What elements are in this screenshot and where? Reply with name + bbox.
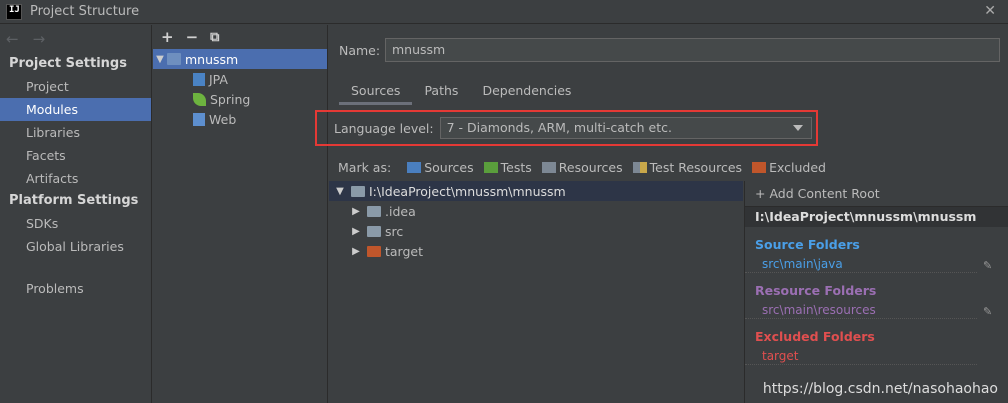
- language-level-value: 7 - Diamonds, ARM, multi-catch etc.: [446, 120, 672, 135]
- name-field[interactable]: mnussm: [385, 38, 1000, 62]
- name-label: Name:: [339, 42, 381, 58]
- nav-item-artifacts[interactable]: Artifacts: [0, 167, 151, 190]
- modules-pane: + − ⧉ ▼ mnussm JPA Spring Web: [153, 25, 328, 403]
- resource-folders-title: Resource Folders: [755, 283, 877, 298]
- nav-item-global-libraries[interactable]: Global Libraries: [0, 235, 151, 258]
- nav-item-project[interactable]: Project: [0, 75, 151, 98]
- content-root-row[interactable]: ▼ I:\IdeaProject\mnussm\mnussm: [329, 181, 743, 201]
- resource-folder-path: src\main\resources ✎: [745, 301, 992, 319]
- mark-excluded-button[interactable]: Excluded: [752, 160, 826, 175]
- excluded-folder-icon: [367, 245, 381, 257]
- modules-toolbar: + − ⧉: [153, 25, 327, 49]
- tree-item-label: .idea: [385, 203, 416, 219]
- nav-item-sdks[interactable]: SDKs: [0, 212, 151, 235]
- mark-as-label: Mark as:: [338, 160, 392, 175]
- mark-tests-label: Tests: [500, 160, 532, 175]
- forward-arrow-icon[interactable]: →: [33, 30, 46, 48]
- module-name: mnussm: [185, 51, 239, 67]
- edit-pencil-icon[interactable]: ✎: [983, 303, 993, 318]
- web-icon: [193, 112, 205, 126]
- excluded-folders-title: Excluded Folders: [755, 329, 875, 344]
- nav-item-problems[interactable]: Problems: [0, 277, 151, 300]
- mark-sources-label: Sources: [424, 160, 474, 175]
- tree-item-label: src: [385, 223, 404, 239]
- nav-item-libraries[interactable]: Libraries: [0, 121, 151, 144]
- folder-icon: [351, 185, 365, 197]
- collapsed-triangle-icon[interactable]: ▶: [349, 246, 363, 257]
- content-tree: ▼ I:\IdeaProject\mnussm\mnussm ▶ .idea ▶…: [329, 181, 743, 403]
- add-content-root-button[interactable]: + Add Content Root: [745, 181, 1008, 207]
- settings-nav: ← → Project Settings Project Modules Lib…: [0, 25, 152, 403]
- resource-folder-path-label: src\main\resources: [762, 303, 876, 317]
- watermark: https://blog.csdn.net/nasohaohao: [762, 381, 998, 397]
- mark-tests-button[interactable]: Tests: [483, 160, 532, 175]
- module-tree-root[interactable]: ▼ mnussm: [153, 49, 327, 69]
- folder-icon: [367, 225, 381, 237]
- tree-item-idea[interactable]: ▶ .idea: [329, 201, 743, 221]
- close-icon[interactable]: ✕: [984, 3, 996, 19]
- module-facet-spring[interactable]: Spring: [153, 89, 327, 109]
- add-module-icon[interactable]: +: [161, 28, 174, 46]
- mark-excluded-label: Excluded: [769, 160, 826, 175]
- mark-test-resources-button[interactable]: Test Resources: [632, 160, 743, 175]
- remove-module-icon[interactable]: −: [186, 28, 199, 46]
- module-folder-icon: [167, 53, 181, 65]
- tests-folder-icon: [483, 162, 498, 173]
- facet-label: Web: [209, 111, 237, 127]
- source-folder-path: src\main\java ✎: [745, 255, 992, 273]
- nav-item-modules[interactable]: Modules: [0, 98, 151, 121]
- content-root-label: I:\IdeaProject\mnussm\mnussm: [369, 183, 566, 199]
- back-arrow-icon[interactable]: ←: [6, 30, 19, 48]
- mark-resources-button[interactable]: Resources: [541, 160, 623, 175]
- expand-triangle-icon[interactable]: ▼: [153, 54, 167, 65]
- language-level-row: Language level: 7 - Diamonds, ARM, multi…: [334, 117, 812, 139]
- tree-item-src[interactable]: ▶ src: [329, 221, 743, 241]
- chevron-down-icon: [792, 125, 803, 131]
- name-row: Name: mnussm: [339, 38, 1000, 62]
- tab-dependencies[interactable]: Dependencies: [470, 79, 583, 105]
- content-roots-panel: + Add Content Root I:\IdeaProject\mnussm…: [744, 181, 1008, 403]
- platform-settings-header: Platform Settings: [9, 193, 139, 208]
- tab-paths[interactable]: Paths: [412, 79, 470, 105]
- nav-item-facets[interactable]: Facets: [0, 144, 151, 167]
- sources-folder-icon: [407, 162, 422, 173]
- collapsed-triangle-icon[interactable]: ▶: [349, 226, 363, 237]
- module-settings: Name: mnussm Sources Paths Dependencies …: [315, 25, 1008, 403]
- language-level-select[interactable]: 7 - Diamonds, ARM, multi-catch etc.: [439, 117, 812, 139]
- folder-icon: [367, 205, 381, 217]
- mark-sources-button[interactable]: Sources: [407, 160, 474, 175]
- module-facet-web[interactable]: Web: [153, 109, 327, 129]
- facet-label: Spring: [210, 91, 251, 107]
- tree-item-target[interactable]: ▶ target: [329, 241, 743, 261]
- copy-module-icon[interactable]: ⧉: [210, 30, 219, 45]
- window-title: Project Structure: [30, 4, 140, 19]
- content-root-path: I:\IdeaProject\mnussm\mnussm: [745, 207, 1008, 227]
- tree-item-label: target: [385, 243, 424, 259]
- module-tabs: Sources Paths Dependencies: [339, 79, 583, 105]
- intellij-app-icon: IJ: [6, 3, 22, 20]
- excluded-folder-path: target: [745, 347, 977, 365]
- nav-arrows: ← →: [0, 25, 151, 53]
- title-bar: IJ Project Structure ✕: [0, 0, 1008, 24]
- source-folders-title: Source Folders: [755, 237, 860, 252]
- mark-resources-label: Resources: [558, 160, 623, 175]
- spring-leaf-icon: [193, 92, 206, 106]
- module-facet-jpa[interactable]: JPA: [153, 69, 327, 89]
- edit-pencil-icon[interactable]: ✎: [983, 257, 993, 272]
- language-level-label: Language level:: [334, 120, 434, 136]
- collapsed-triangle-icon[interactable]: ▶: [349, 206, 363, 217]
- source-folder-path-label: src\main\java: [762, 257, 843, 271]
- mark-as-row: Mark as: Sources Tests Resources Test Re…: [338, 160, 826, 175]
- tab-sources[interactable]: Sources: [339, 79, 413, 105]
- facet-label: JPA: [209, 71, 228, 87]
- excluded-folder-icon: [752, 162, 767, 173]
- project-settings-header: Project Settings: [9, 56, 127, 71]
- resources-folder-icon: [541, 162, 556, 173]
- jpa-icon: [193, 72, 205, 86]
- test-resources-folder-icon: [632, 162, 647, 173]
- mark-test-resources-label: Test Resources: [649, 160, 743, 175]
- expand-triangle-icon[interactable]: ▼: [333, 186, 347, 197]
